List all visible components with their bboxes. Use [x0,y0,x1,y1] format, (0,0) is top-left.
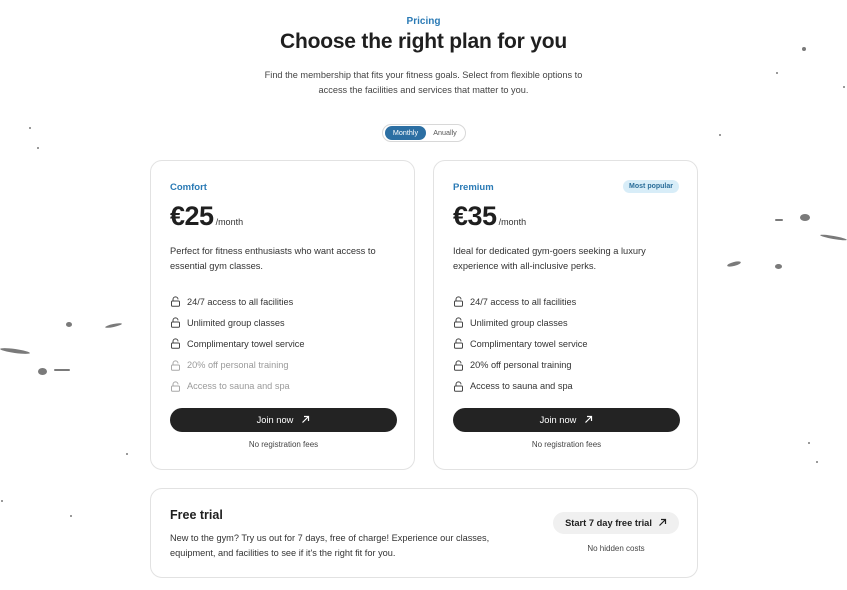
plan-price: €35/month [453,201,526,232]
toggle-annually[interactable]: Anually [427,126,463,140]
arrow-up-right-icon [301,409,310,433]
feature-list: 24/7 access to all facilities Unlimited … [170,291,400,397]
feature-label: Access to sauna and spa [187,381,290,392]
lock-icon [453,296,464,307]
decorative-splatter [775,219,783,221]
free-trial-note: No hidden costs [587,544,645,553]
feature-label: 24/7 access to all facilities [187,296,294,307]
feature-item: 24/7 access to all facilities [453,291,683,312]
plan-note: No registration fees [531,440,602,449]
decorative-splatter [775,264,782,269]
lock-icon [453,317,464,328]
plan-note: No registration fees [248,440,319,449]
most-popular-badge: Most popular [623,180,679,193]
free-trial-card: Free trial New to the gym? Try us out fo… [150,488,698,578]
page-title: Choose the right plan for you [279,30,568,53]
decorative-splatter [726,260,742,268]
decorative-splatter [126,453,128,455]
plan-name: Comfort [170,182,207,193]
lock-icon [453,338,464,350]
lock-icon [170,296,181,307]
start-free-trial-button[interactable]: Start 7 day free trial [553,512,679,534]
plan-description: Ideal for dedicated gym-goers seeking a … [453,246,646,271]
plan-description: Perfect for fitness enthusiasts who want… [170,246,376,271]
decorative-splatter [70,515,72,517]
feature-item: Unlimited group classes [453,312,683,333]
page-subtitle: Find the membership that fits your fitne… [264,70,583,95]
decorative-splatter [104,322,123,329]
feature-label: Access to sauna and spa [470,381,573,392]
plan-card-comfort: Comfort €25/month Perfect for fitness en… [150,160,415,470]
feature-item: 24/7 access to all facilities [170,291,400,312]
free-trial-description: New to the gym? Try us out for 7 days, f… [170,533,490,558]
section-eyebrow: Pricing [406,16,441,27]
price-period: /month [215,217,244,227]
feature-list: 24/7 access to all facilities Unlimited … [453,291,683,397]
plan-name: Premium [453,182,494,193]
decorative-splatter [808,442,810,444]
join-now-button[interactable]: Join now [453,408,680,432]
feature-label: 20% off personal training [187,360,289,371]
feature-label: Unlimited group classes [470,317,568,328]
price-amount: €35 [453,201,497,231]
join-now-label: Join now [256,415,294,425]
lock-icon [170,360,181,371]
lock-icon [170,317,181,328]
decorative-splatter [38,368,47,375]
join-now-button[interactable]: Join now [170,408,397,432]
lock-icon [170,381,181,392]
price-amount: €25 [170,201,214,231]
feature-label: Complimentary towel service [470,338,588,349]
decorative-splatter [719,134,721,136]
feature-item: Complimentary towel service [453,333,683,354]
lock-icon [453,381,464,392]
arrow-up-right-icon [658,513,667,535]
start-free-trial-label: Start 7 day free trial [565,518,652,528]
lock-icon [170,338,181,350]
decorative-splatter [29,127,31,129]
decorative-splatter [816,461,818,463]
feature-label: Complimentary towel service [187,338,305,349]
join-now-label: Join now [539,415,577,425]
feature-item: Unlimited group classes [170,312,400,333]
free-trial-title: Free trial [170,508,223,522]
plan-price: €25/month [170,201,243,232]
decorative-splatter [776,72,778,74]
decorative-splatter [37,147,39,149]
feature-item-excluded: 20% off personal training [170,355,400,376]
feature-item: Complimentary towel service [170,333,400,354]
decorative-splatter [0,346,31,356]
decorative-splatter [800,214,810,221]
plan-card-premium: Premium Most popular €35/month Ideal for… [433,160,698,470]
lock-icon [453,360,464,371]
arrow-up-right-icon [584,409,593,433]
decorative-splatter [1,500,3,502]
feature-label: 24/7 access to all facilities [470,296,577,307]
feature-item: 20% off personal training [453,355,683,376]
toggle-monthly[interactable]: Monthly [385,126,426,140]
feature-item-excluded: Access to sauna and spa [170,376,400,397]
decorative-splatter [843,86,845,88]
feature-label: Unlimited group classes [187,317,285,328]
decorative-splatter [66,322,72,327]
decorative-splatter [819,233,847,242]
price-period: /month [498,217,527,227]
billing-toggle: Monthly Anually [382,124,466,142]
decorative-splatter [54,369,70,371]
feature-label: 20% off personal training [470,360,572,371]
feature-item: Access to sauna and spa [453,376,683,397]
